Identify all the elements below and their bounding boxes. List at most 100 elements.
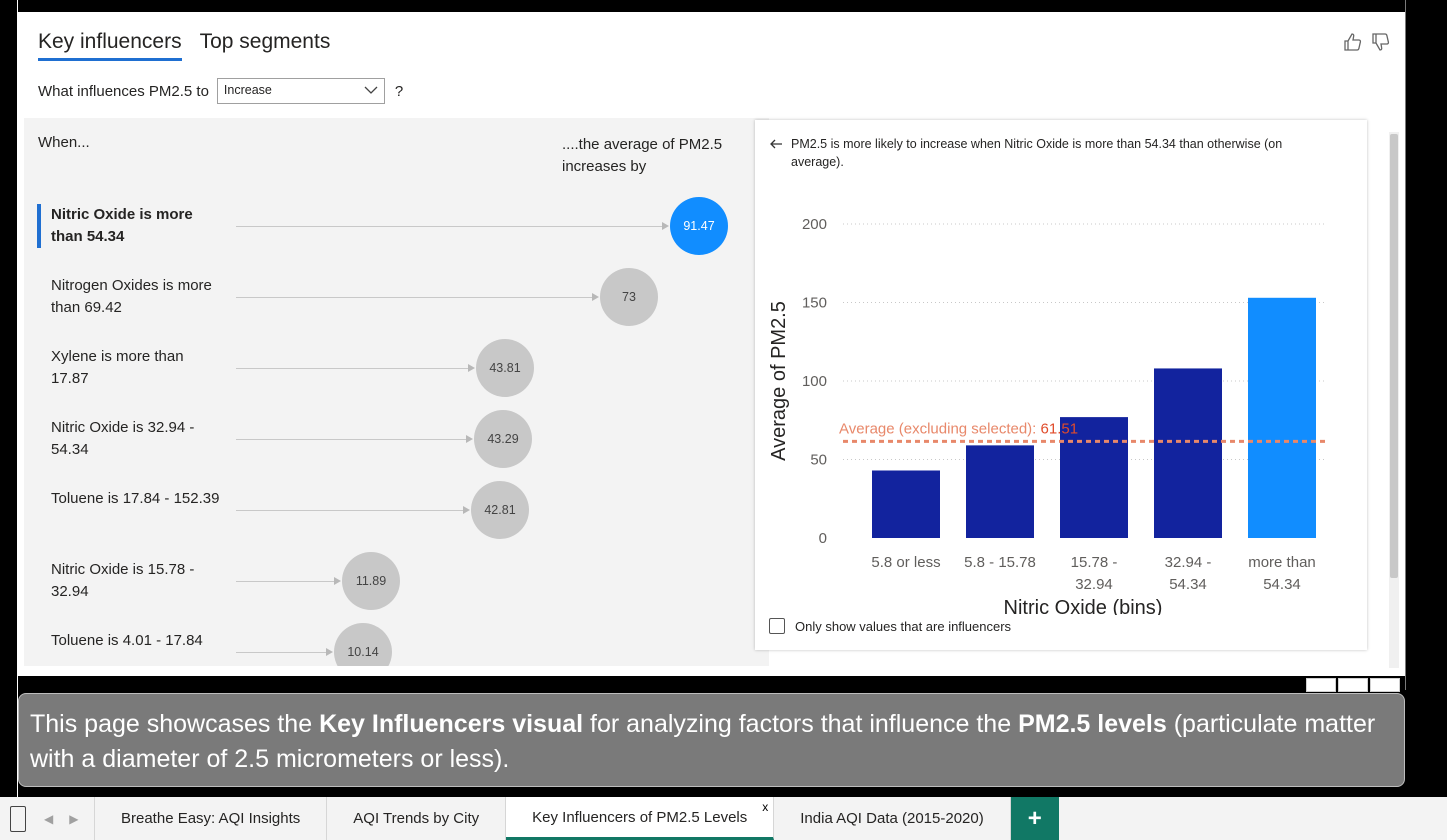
canvas-right-border — [1405, 0, 1406, 690]
filter-icon[interactable] — [1306, 678, 1336, 692]
average-reference-label: Average (excluding selected): 61.51 — [839, 420, 1078, 437]
focus-mode-icon[interactable] — [1338, 678, 1368, 692]
more-options-icon[interactable] — [1370, 678, 1400, 692]
y-axis-title: Average of PM2.5 — [768, 301, 790, 461]
caption-text: This page showcases the — [30, 710, 320, 738]
bar — [872, 470, 940, 538]
page-tab-india-aqi-data[interactable]: India AQI Data (2015-2020) — [774, 797, 1011, 840]
influencer-label: Xylene is more than 17.87 — [51, 348, 184, 387]
influencer-connector — [236, 439, 467, 440]
influencer-label: Nitric Oxide is 15.78 - 32.94 — [51, 561, 195, 600]
caption-text: for analyzing factors that influence the — [583, 710, 1019, 738]
influence-value-bubble[interactable]: 11.89 — [342, 552, 400, 610]
add-page-button[interactable]: + — [1010, 797, 1059, 840]
connector-arrowhead — [662, 222, 669, 230]
influencer-row[interactable]: Nitric Oxide is more than 54.34 91.47 — [24, 197, 769, 270]
page-tab-label: India AQI Data (2015-2020) — [800, 810, 984, 827]
influencer-connector — [236, 368, 469, 369]
page-tab-label: Key Influencers of PM2.5 Levels — [532, 808, 748, 826]
thumbs-down-icon[interactable] — [1371, 32, 1391, 52]
report-canvas: Key influencers Top segments What influe… — [0, 0, 1447, 840]
y-tick-label: 50 — [810, 452, 827, 469]
influencer-label: Nitrogen Oxides is more than 69.42 — [51, 277, 212, 316]
influencers-only-filter[interactable]: Only show values that are influencers — [769, 618, 1011, 634]
influencer-row[interactable]: Nitrogen Oxides is more than 69.42 73 — [24, 268, 769, 341]
visual-header-icons — [1306, 678, 1400, 692]
influence-value-bubble[interactable]: 10.14 — [334, 623, 392, 666]
influencer-row[interactable]: Toluene is 4.01 - 17.84 10.14 — [24, 623, 769, 666]
caption-emphasis: PM2.5 levels — [1018, 710, 1167, 738]
tab-top-segments[interactable]: Top segments — [200, 30, 331, 61]
influencers-list-panel: When... ....the average of PM2.5 increas… — [24, 118, 769, 666]
y-tick-label: 200 — [802, 216, 827, 233]
bar — [1154, 368, 1222, 538]
influence-value-bubble[interactable]: 42.81 — [471, 481, 529, 539]
nitric-oxide-bar-chart: 0 50 100 150 200 5.8 or less 5.8 - 15.78 15.78 … — [768, 216, 1327, 615]
influencer-label: Nitric Oxide is 32.94 - 54.34 — [51, 419, 195, 458]
influencer-row[interactable]: Xylene is more than 17.87 43.81 — [24, 339, 769, 412]
influencer-connector — [236, 510, 464, 511]
influence-value-bubble[interactable]: 43.81 — [476, 339, 534, 397]
influence-value-bubble[interactable]: 43.29 — [474, 410, 532, 468]
tab-bar-controls: ◀ ▶ — [0, 797, 95, 840]
y-tick-label: 150 — [802, 295, 827, 312]
influencer-row[interactable]: Nitric Oxide is 15.78 - 32.94 11.89 — [24, 552, 769, 625]
next-page-icon[interactable]: ▶ — [69, 812, 78, 826]
page-tab-label: AQI Trends by City — [353, 810, 480, 827]
influence-question: What influences PM2.5 to Increase ? — [38, 78, 403, 104]
tab-key-influencers[interactable]: Key influencers — [38, 30, 182, 61]
influencer-label: Toluene is 4.01 - 17.84 — [51, 632, 203, 649]
influencer-label: Nitric Oxide is more than 54.34 — [51, 206, 193, 245]
x-axis-title: Nitric Oxide (bins) — [1004, 597, 1163, 615]
x-tick-label: 15.78 -32.94 — [1071, 554, 1118, 593]
previous-page-icon[interactable]: ◀ — [44, 812, 53, 826]
average-increase-header: ....the average of PM2.5 increases by — [562, 136, 723, 175]
influence-value-bubble[interactable]: 91.47 — [670, 197, 728, 255]
chevron-down-icon — [364, 86, 378, 94]
selected-indicator — [37, 204, 41, 248]
connector-arrowhead — [334, 577, 341, 585]
visual-scrollbar[interactable] — [1389, 132, 1399, 668]
page-description: This page showcases the Key Influencers … — [18, 693, 1405, 787]
influencer-connector — [236, 581, 335, 582]
feedback-buttons — [1343, 32, 1391, 52]
x-tick-label: 32.94 -54.34 — [1165, 554, 1212, 593]
x-tick-label: 5.8 - 15.78 — [964, 554, 1036, 571]
page-tab-label: Breathe Easy: AQI Insights — [121, 810, 301, 827]
connector-arrowhead — [463, 506, 470, 514]
page-tab-bar: ◀ ▶ Breathe Easy: AQI Insights AQI Trend… — [0, 797, 1447, 840]
scrollbar-thumb[interactable] — [1390, 134, 1398, 578]
question-label: What influences PM2.5 to — [38, 82, 209, 100]
connector-arrowhead — [592, 293, 599, 301]
page-tab-key-influencers[interactable]: Key Influencers of PM2.5 Levels x — [506, 797, 775, 840]
caption-emphasis: Key Influencers visual — [319, 710, 584, 738]
connector-arrowhead — [468, 364, 475, 372]
influencer-row[interactable]: Nitric Oxide is 32.94 - 54.34 43.29 — [24, 410, 769, 483]
dropdown-value: Increase — [223, 83, 272, 97]
page-tab-aqi-trends[interactable]: AQI Trends by City — [327, 797, 507, 840]
influencer-detail-panel: PM2.5 is more likely to increase when Ni… — [755, 120, 1367, 650]
x-tick-label: more than 54.34 — [1248, 554, 1316, 593]
influence-value-bubble[interactable]: 73 — [600, 268, 658, 326]
bar — [966, 445, 1034, 538]
influencers-only-checkbox[interactable] — [769, 618, 785, 634]
influencer-connector — [236, 297, 593, 298]
when-header: When... — [38, 134, 90, 151]
close-tab-icon[interactable]: x — [762, 800, 768, 814]
page-tab-breathe-easy[interactable]: Breathe Easy: AQI Insights — [95, 797, 328, 840]
influencer-connector — [236, 226, 663, 227]
bar — [1248, 297, 1316, 538]
question-mark: ? — [394, 82, 404, 100]
y-tick-label: 0 — [819, 530, 827, 547]
influencer-row[interactable]: Toluene is 17.84 - 152.39 42.81 — [24, 481, 769, 554]
tab-navigation: ◀ ▶ — [44, 812, 78, 826]
visual-tabs: Key influencers Top segments — [38, 30, 330, 61]
increase-dropdown[interactable]: Increase — [216, 78, 385, 104]
x-tick-label: 5.8 or less — [871, 554, 940, 571]
checkbox-label: Only show values that are influencers — [795, 618, 1012, 634]
connector-arrowhead — [326, 648, 333, 656]
mobile-layout-icon[interactable] — [10, 805, 26, 832]
connector-arrowhead — [466, 435, 473, 443]
influencer-connector — [236, 652, 327, 653]
thumbs-up-icon[interactable] — [1343, 32, 1363, 52]
